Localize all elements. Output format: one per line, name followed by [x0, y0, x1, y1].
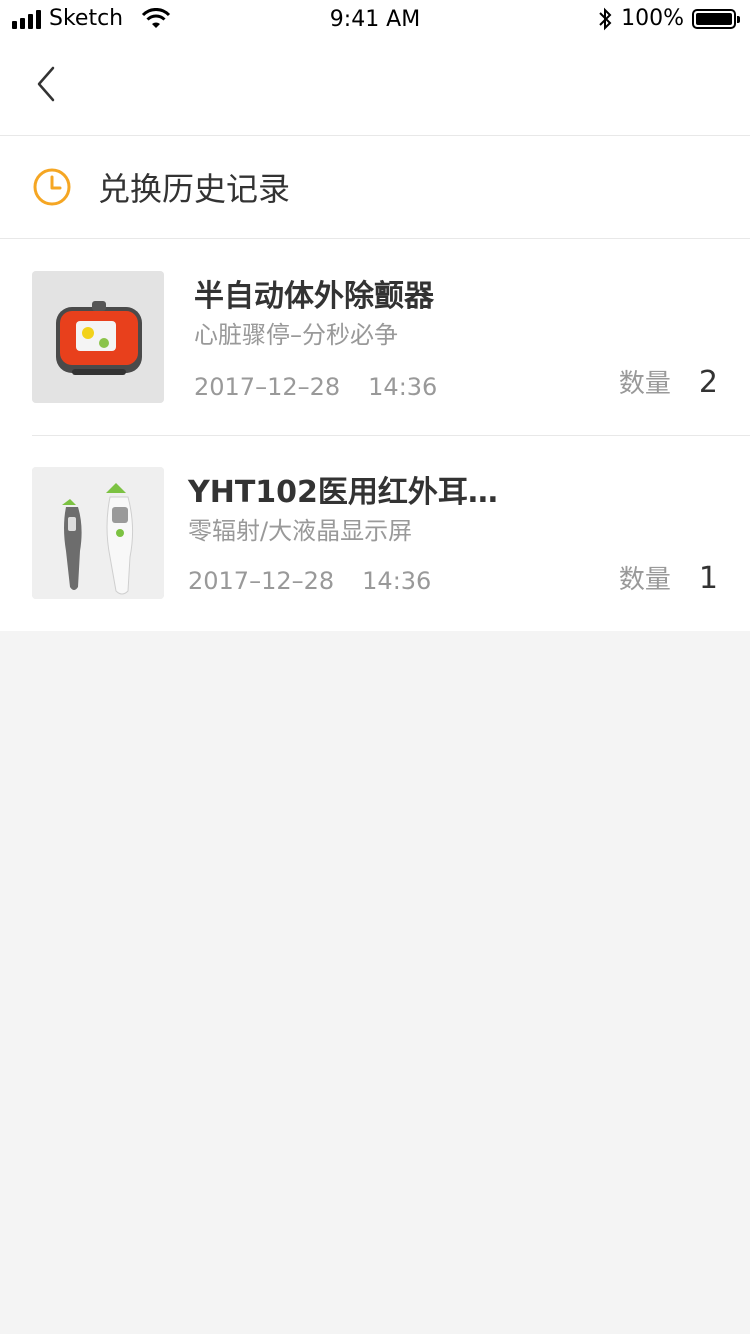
back-button[interactable] — [24, 62, 68, 106]
quantity-label: 数量 — [618, 369, 671, 399]
product-desc: 零辐射/大液晶显示屏 — [188, 517, 413, 545]
product-image-thermometer — [32, 467, 164, 599]
list-item[interactable]: YHT102医用红外耳… 零辐射/大液晶显示屏 2017–12–28 14:36 … — [0, 435, 750, 631]
list-item[interactable]: 半自动体外除颤器 心脏骤停–分秒必争 2017–12–28 14:36 数量 2 — [0, 239, 750, 435]
header-area: Sketch 9:41 AM 100% — [0, 0, 750, 136]
exchange-datetime: 2017–12–28 14:36 — [188, 567, 431, 595]
section-header: 兑换历史记录 — [0, 136, 750, 239]
product-name: YHT102医用红外耳… — [188, 475, 498, 510]
quantity-value: 2 — [698, 365, 718, 400]
chevron-left-icon — [37, 66, 55, 102]
exchange-time: 14:36 — [362, 567, 432, 595]
battery-percent: 100% — [621, 6, 684, 31]
nav-bar — [0, 40, 750, 136]
exchange-datetime: 2017–12–28 14:36 — [194, 373, 437, 401]
status-right: 100% — [597, 6, 740, 31]
battery-icon — [692, 8, 740, 29]
product-desc: 心脏骤停–分秒必争 — [194, 321, 398, 349]
section-title: 兑换历史记录 — [98, 170, 291, 208]
product-image-defibrillator — [32, 271, 164, 403]
quantity: 数量 2 — [619, 363, 718, 400]
quantity-value: 1 — [698, 561, 718, 596]
quantity-label: 数量 — [618, 565, 671, 595]
exchange-time: 14:36 — [368, 373, 438, 401]
product-name: 半自动体外除颤器 — [194, 279, 434, 314]
status-bar: Sketch 9:41 AM 100% — [0, 0, 750, 40]
exchange-date: 2017–12–28 — [194, 373, 341, 401]
quantity: 数量 1 — [619, 559, 718, 596]
exchange-date: 2017–12–28 — [188, 567, 335, 595]
clock-icon — [33, 168, 71, 206]
bluetooth-icon — [599, 7, 612, 30]
history-list: 半自动体外除颤器 心脏骤停–分秒必争 2017–12–28 14:36 数量 2 … — [0, 239, 750, 631]
